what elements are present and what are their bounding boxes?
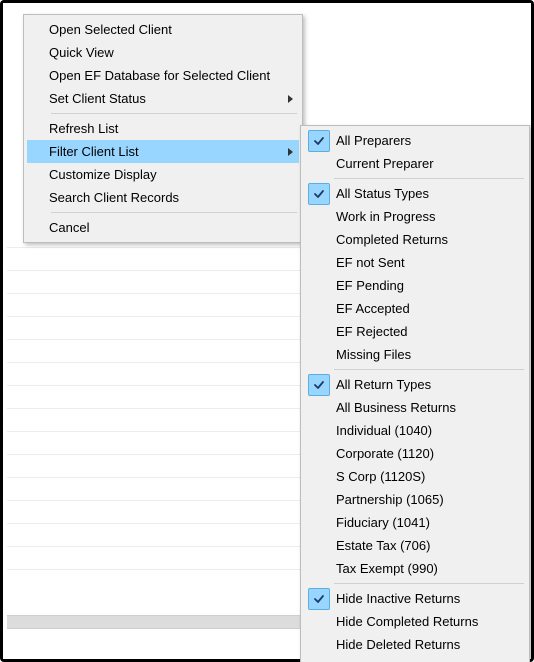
menu-item-label: Search Client Records bbox=[49, 190, 293, 205]
checkmark-icon bbox=[308, 153, 330, 175]
submenu-separator bbox=[334, 178, 524, 179]
checkmark-icon bbox=[308, 374, 330, 396]
menu-item-label: Cancel bbox=[49, 220, 293, 235]
submenu-separator bbox=[334, 369, 524, 370]
submenu-item-estate-tax-706[interactable]: Estate Tax (706) bbox=[304, 534, 526, 557]
submenu-item-label: Individual (1040) bbox=[336, 423, 432, 438]
submenu-item-ef-pending[interactable]: EF Pending bbox=[304, 274, 526, 297]
checkmark-icon bbox=[308, 298, 330, 320]
submenu-item-fiduciary-1041[interactable]: Fiduciary (1041) bbox=[304, 511, 526, 534]
menu-separator bbox=[51, 113, 297, 114]
checkmark-icon bbox=[308, 558, 330, 580]
menu-item-search-client-records[interactable]: Search Client Records bbox=[27, 186, 299, 209]
submenu-separator bbox=[334, 583, 524, 584]
submenu-item-label: Hide Inactive Returns bbox=[336, 591, 460, 606]
menu-item-quick-view[interactable]: Quick View bbox=[27, 41, 299, 64]
submenu-arrow-icon bbox=[288, 148, 293, 156]
submenu-item-work-in-progress[interactable]: Work in Progress bbox=[304, 205, 526, 228]
submenu-item-label: Current Preparer bbox=[336, 156, 434, 171]
submenu-item-label: EF not Sent bbox=[336, 255, 405, 270]
menu-item-customize-display[interactable]: Customize Display bbox=[27, 163, 299, 186]
submenu-item-all-business-returns[interactable]: All Business Returns bbox=[304, 396, 526, 419]
menu-item-cancel[interactable]: Cancel bbox=[27, 216, 299, 239]
submenu-item-label: Hide Completed Returns bbox=[336, 614, 478, 629]
menu-item-label: Open EF Database for Selected Client bbox=[49, 68, 293, 83]
submenu-item-label: Missing Files bbox=[336, 347, 411, 362]
menu-item-refresh-list[interactable]: Refresh List bbox=[27, 117, 299, 140]
submenu-item-display-deleted-csm-records[interactable]: Display Deleted CSM Records bbox=[304, 656, 526, 662]
submenu-item-current-preparer[interactable]: Current Preparer bbox=[304, 152, 526, 175]
context-menu: Open Selected Client Quick View Open EF Da… bbox=[23, 14, 303, 243]
submenu-item-label: All Business Returns bbox=[336, 400, 456, 415]
submenu-item-missing-files[interactable]: Missing Files bbox=[304, 343, 526, 366]
submenu-item-tax-exempt-990[interactable]: Tax Exempt (990) bbox=[304, 557, 526, 580]
menu-item-open-ef-database[interactable]: Open EF Database for Selected Client bbox=[27, 64, 299, 87]
submenu-item-label: All Status Types bbox=[336, 186, 429, 201]
submenu-item-label: EF Accepted bbox=[336, 301, 410, 316]
submenu-item-label: EF Rejected bbox=[336, 324, 408, 339]
checkmark-icon bbox=[308, 252, 330, 274]
checkmark-icon bbox=[308, 611, 330, 633]
filter-submenu: All Preparers Current Preparer All Status … bbox=[300, 125, 530, 662]
checkmark-icon bbox=[308, 443, 330, 465]
checkmark-icon bbox=[308, 588, 330, 610]
submenu-arrow-icon bbox=[288, 95, 293, 103]
submenu-item-completed-returns[interactable]: Completed Returns bbox=[304, 228, 526, 251]
submenu-item-ef-rejected[interactable]: EF Rejected bbox=[304, 320, 526, 343]
checkmark-icon bbox=[308, 634, 330, 656]
submenu-item-ef-not-sent[interactable]: EF not Sent bbox=[304, 251, 526, 274]
menu-item-open-selected-client[interactable]: Open Selected Client bbox=[27, 18, 299, 41]
menu-item-filter-client-list[interactable]: Filter Client List bbox=[27, 140, 299, 163]
submenu-item-label: S Corp (1120S) bbox=[336, 469, 425, 484]
checkmark-icon bbox=[308, 466, 330, 488]
checkmark-icon bbox=[308, 183, 330, 205]
submenu-item-label: Corporate (1120) bbox=[336, 446, 434, 461]
submenu-item-hide-completed-returns[interactable]: Hide Completed Returns bbox=[304, 610, 526, 633]
checkmark-icon bbox=[308, 344, 330, 366]
checkmark-icon bbox=[308, 130, 330, 152]
checkmark-icon bbox=[308, 489, 330, 511]
checkmark-icon bbox=[308, 535, 330, 557]
checkmark-icon bbox=[308, 657, 330, 662]
menu-item-label: Refresh List bbox=[49, 121, 293, 136]
menu-separator bbox=[51, 212, 297, 213]
submenu-item-corporate-1120[interactable]: Corporate (1120) bbox=[304, 442, 526, 465]
submenu-item-all-return-types[interactable]: All Return Types bbox=[304, 373, 526, 396]
menu-item-label: Set Client Status bbox=[49, 91, 282, 106]
submenu-item-hide-deleted-returns[interactable]: Hide Deleted Returns bbox=[304, 633, 526, 656]
menu-item-set-client-status[interactable]: Set Client Status bbox=[27, 87, 299, 110]
submenu-item-hide-inactive-returns[interactable]: Hide Inactive Returns bbox=[304, 587, 526, 610]
checkmark-icon bbox=[308, 275, 330, 297]
submenu-item-label: Work in Progress bbox=[336, 209, 435, 224]
submenu-item-label: Completed Returns bbox=[336, 232, 448, 247]
app-window: Open Selected Client Quick View Open EF Da… bbox=[0, 0, 534, 662]
checkmark-icon bbox=[308, 206, 330, 228]
submenu-item-all-status-types[interactable]: All Status Types bbox=[304, 182, 526, 205]
submenu-item-s-corp-1120s[interactable]: S Corp (1120S) bbox=[304, 465, 526, 488]
submenu-item-label: Tax Exempt (990) bbox=[336, 561, 438, 576]
submenu-item-label: All Return Types bbox=[336, 377, 431, 392]
menu-item-label: Quick View bbox=[49, 45, 293, 60]
submenu-item-individual-1040[interactable]: Individual (1040) bbox=[304, 419, 526, 442]
submenu-item-label: Partnership (1065) bbox=[336, 492, 444, 507]
submenu-item-label: Estate Tax (706) bbox=[336, 538, 430, 553]
submenu-item-label: Hide Deleted Returns bbox=[336, 637, 460, 652]
menu-item-label: Customize Display bbox=[49, 167, 293, 182]
checkmark-icon bbox=[308, 420, 330, 442]
checkmark-icon bbox=[308, 397, 330, 419]
submenu-item-label: All Preparers bbox=[336, 133, 411, 148]
menu-item-label: Open Selected Client bbox=[49, 22, 293, 37]
checkmark-icon bbox=[308, 321, 330, 343]
submenu-item-label: Fiduciary (1041) bbox=[336, 515, 430, 530]
submenu-item-ef-accepted[interactable]: EF Accepted bbox=[304, 297, 526, 320]
menu-item-label: Filter Client List bbox=[49, 144, 282, 159]
checkmark-icon bbox=[308, 229, 330, 251]
submenu-item-partnership-1065[interactable]: Partnership (1065) bbox=[304, 488, 526, 511]
submenu-item-all-preparers[interactable]: All Preparers bbox=[304, 129, 526, 152]
submenu-item-label: EF Pending bbox=[336, 278, 404, 293]
checkmark-icon bbox=[308, 512, 330, 534]
